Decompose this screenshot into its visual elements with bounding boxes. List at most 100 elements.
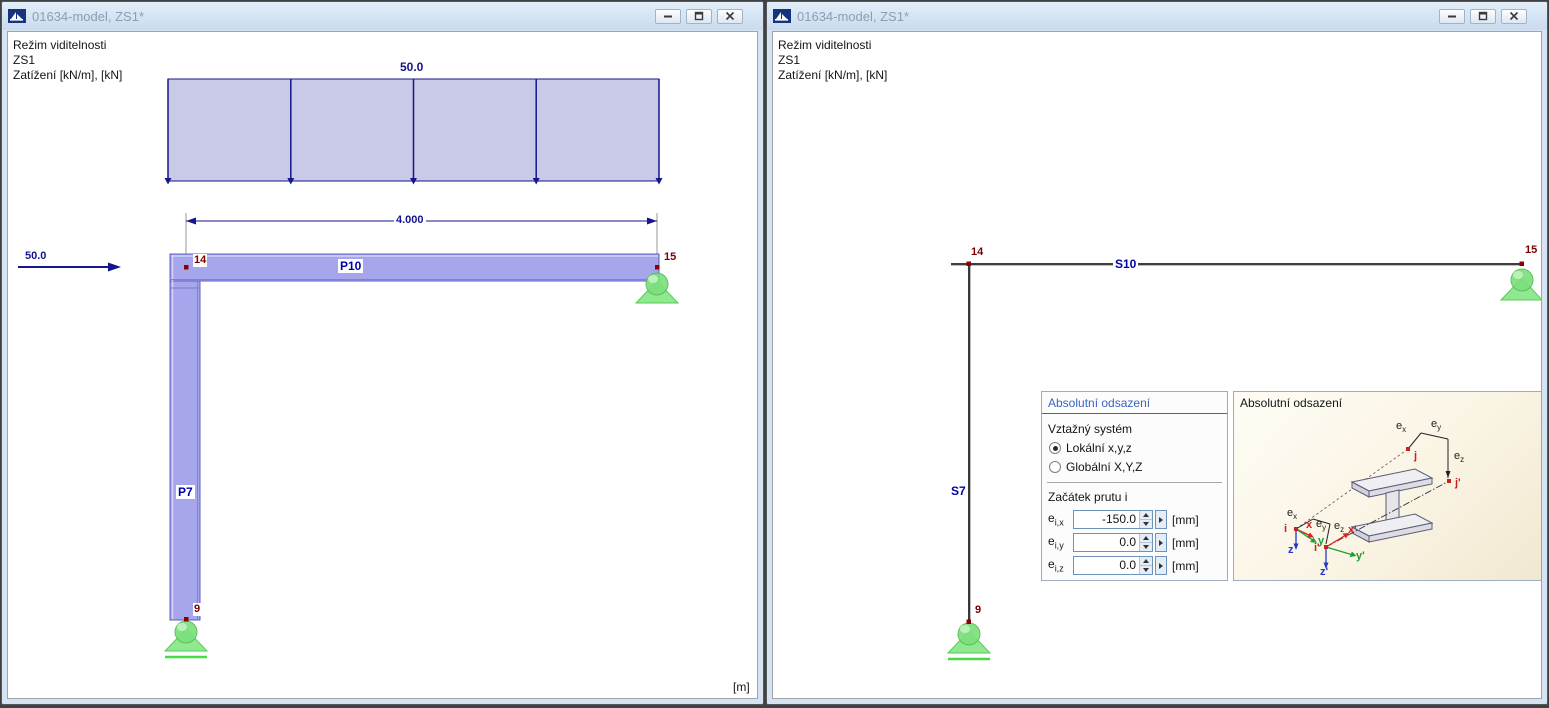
support-node-9[interactable] bbox=[163, 620, 209, 659]
dimension-arrow-right bbox=[647, 217, 657, 225]
radio-label[interactable]: Lokální x,y,z bbox=[1066, 441, 1132, 455]
eiy-more-button[interactable] bbox=[1155, 533, 1167, 552]
model-canvas-rendered[interactable]: Režim viditelnosti ZS1 Zatížení [kN/m], … bbox=[7, 31, 758, 699]
eix-more-button[interactable] bbox=[1155, 510, 1167, 529]
model-window-wireframe: 01634-model, ZS1* Režim viditelnosti ZS1… bbox=[766, 1, 1548, 705]
node-label-9[interactable]: 9 bbox=[193, 603, 202, 616]
node-label-15[interactable]: 15 bbox=[663, 251, 678, 264]
node-9-dot[interactable] bbox=[966, 619, 972, 625]
restore-icon bbox=[694, 11, 704, 21]
spin-down-button[interactable] bbox=[1140, 565, 1152, 574]
point-label-j-prime: j' bbox=[1455, 477, 1461, 489]
unit-label: [mm] bbox=[1172, 558, 1199, 573]
spin-up-button[interactable] bbox=[1140, 511, 1152, 519]
eix-input[interactable]: -150.0 bbox=[1073, 510, 1153, 529]
minimize-icon bbox=[664, 15, 672, 18]
info-line: Zatížení [kN/m], [kN] bbox=[778, 68, 888, 82]
point-label-j: j bbox=[1414, 450, 1418, 462]
node-9-dot[interactable] bbox=[184, 617, 189, 622]
minimize-icon bbox=[1448, 15, 1456, 18]
i-beam-graphic bbox=[1350, 468, 1434, 543]
view-info: Režim viditelnosti ZS1 Zatížení [kN/m], … bbox=[13, 38, 122, 83]
spin-down-button[interactable] bbox=[1140, 519, 1152, 528]
window-title: 01634-model, ZS1* bbox=[797, 8, 910, 24]
support-node-9[interactable] bbox=[946, 622, 992, 661]
ez-arrowhead-j bbox=[1445, 471, 1451, 478]
field-label: ei,y bbox=[1048, 534, 1064, 551]
dimension-value-label: 4.000 bbox=[394, 214, 426, 227]
node-15-dot[interactable] bbox=[655, 265, 660, 270]
radio-label[interactable]: Globální X,Y,Z bbox=[1066, 460, 1143, 474]
support-node-15[interactable] bbox=[1499, 268, 1542, 301]
model-drawing bbox=[946, 261, 1542, 661]
info-line: Režim viditelnosti bbox=[13, 38, 107, 52]
spin-down-icon bbox=[1143, 545, 1149, 549]
offset-label-ey-i: ey bbox=[1316, 518, 1327, 533]
member-label-beam[interactable]: P10 bbox=[338, 259, 364, 273]
radio-global-xyz[interactable]: Globální X,Y,Z bbox=[1042, 457, 1227, 476]
force-arrowhead bbox=[108, 262, 121, 272]
radio-selected-icon[interactable] bbox=[1049, 442, 1061, 454]
restore-button[interactable] bbox=[686, 8, 712, 24]
minimize-button[interactable] bbox=[655, 8, 681, 24]
eix-value[interactable]: -150.0 bbox=[1074, 511, 1139, 528]
eiz-input[interactable]: 0.0 bbox=[1073, 556, 1153, 575]
point-j-dot bbox=[1406, 447, 1410, 451]
node-15-dot[interactable] bbox=[1519, 261, 1525, 267]
titlebar[interactable]: 01634-model, ZS1* bbox=[2, 2, 763, 30]
spin-up-button[interactable] bbox=[1140, 534, 1152, 542]
axis-label-z: z bbox=[1288, 544, 1294, 556]
node-14-dot[interactable] bbox=[966, 261, 972, 267]
more-arrow-icon bbox=[1159, 516, 1163, 523]
spin-down-icon bbox=[1143, 568, 1149, 572]
member-label-column[interactable]: S7 bbox=[949, 484, 968, 498]
member-label-beam[interactable]: S10 bbox=[1113, 257, 1139, 271]
restore-button[interactable] bbox=[1470, 8, 1496, 24]
node-label-9[interactable]: 9 bbox=[974, 604, 982, 617]
spin-up-icon bbox=[1143, 559, 1149, 563]
model-canvas-wireframe[interactable]: Režim viditelnosti ZS1 Zatížení [kN/m], … bbox=[772, 31, 1542, 699]
member-beam-bar[interactable] bbox=[169, 253, 660, 282]
more-arrow-icon bbox=[1159, 562, 1163, 569]
node-label-14[interactable]: 14 bbox=[970, 246, 984, 259]
field-row-eiz: ei,z 0.0 [mm] bbox=[1048, 556, 1221, 575]
member-column-bar[interactable] bbox=[169, 253, 201, 621]
axes-at-i-prime bbox=[1323, 533, 1357, 569]
offset-label-ey-j: ey bbox=[1431, 418, 1442, 433]
node-14-dot[interactable] bbox=[184, 265, 189, 270]
eiy-input[interactable]: 0.0 bbox=[1073, 533, 1153, 552]
spin-up-icon bbox=[1143, 513, 1149, 517]
radio-unselected-icon[interactable] bbox=[1049, 461, 1061, 473]
panel-title: Absolutní odsazení bbox=[1240, 396, 1343, 410]
titlebar[interactable]: 01634-model, ZS1* bbox=[767, 2, 1547, 30]
model-window-rendered: 01634-model, ZS1* Režim viditelnosti ZS1… bbox=[1, 1, 764, 705]
more-arrow-icon bbox=[1159, 539, 1163, 546]
panel-title: Absolutní odsazení bbox=[1042, 392, 1227, 414]
app-logo-icon bbox=[773, 9, 791, 23]
member-start-label: Začátek prutu i bbox=[1048, 490, 1128, 504]
offset-diagram bbox=[1293, 432, 1451, 569]
spin-up-button[interactable] bbox=[1140, 557, 1152, 565]
absolute-offset-panel: Absolutní odsazení Vztažný systém Lokáln… bbox=[1041, 391, 1228, 581]
eiz-more-button[interactable] bbox=[1155, 556, 1167, 575]
node-label-14[interactable]: 14 bbox=[193, 254, 208, 267]
length-unit-label: [m] bbox=[733, 680, 750, 694]
radio-local-xyz[interactable]: Lokální x,y,z bbox=[1042, 438, 1227, 457]
axis-label-y: y bbox=[1318, 535, 1325, 547]
node-label-15[interactable]: 15 bbox=[1524, 244, 1538, 257]
close-button[interactable] bbox=[1501, 8, 1527, 24]
close-button[interactable] bbox=[717, 8, 743, 24]
spin-down-button[interactable] bbox=[1140, 542, 1152, 551]
eiy-value[interactable]: 0.0 bbox=[1074, 534, 1139, 551]
dimension-arrow-left bbox=[186, 217, 196, 225]
offset-label-ex-j: ex bbox=[1396, 420, 1407, 435]
field-label: ei,x bbox=[1048, 511, 1064, 528]
offset-label-ez-j: ez bbox=[1454, 450, 1465, 465]
member-label-column[interactable]: P7 bbox=[176, 485, 195, 499]
info-line: ZS1 bbox=[13, 53, 36, 67]
minimize-button[interactable] bbox=[1439, 8, 1465, 24]
eiz-value[interactable]: 0.0 bbox=[1074, 557, 1139, 574]
point-i-prime-dot bbox=[1324, 545, 1328, 549]
offset-label-ez-i: ez bbox=[1334, 520, 1345, 535]
info-line: ZS1 bbox=[778, 53, 801, 67]
